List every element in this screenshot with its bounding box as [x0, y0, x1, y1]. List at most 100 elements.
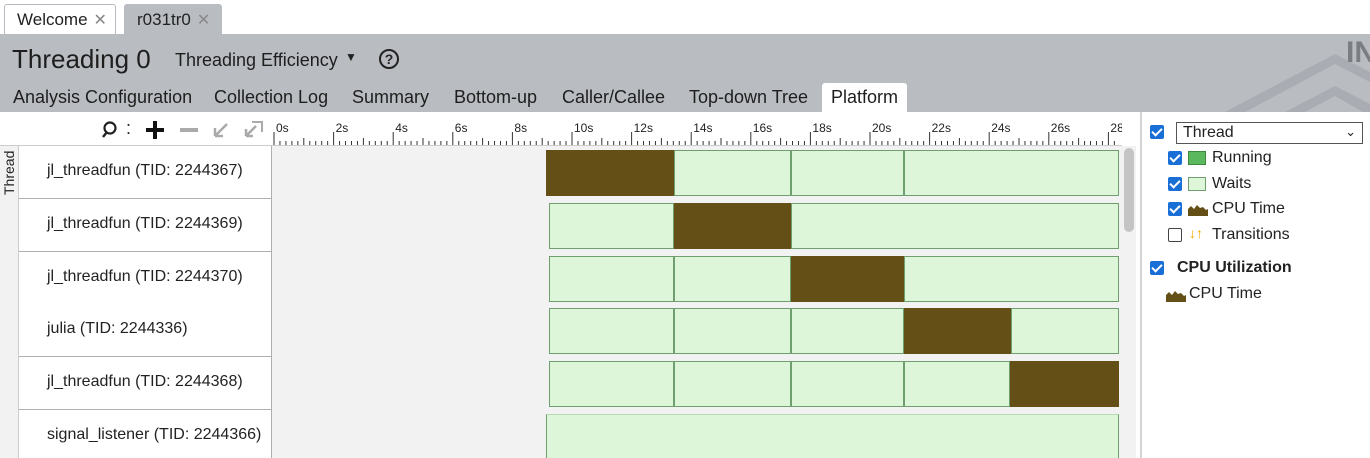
zoom-search-icon[interactable] [101, 120, 121, 140]
thread-row-label[interactable]: jl_threadfun (TID: 2244368) [19, 357, 272, 410]
cpu-time-icon [1166, 291, 1186, 302]
tab-top-down-tree[interactable]: Top-down Tree [689, 83, 808, 112]
cpu-time-block [904, 308, 1011, 354]
wait-segment [904, 150, 1119, 196]
result-header: Threading 0 Threading Efficiency ▼ ? INT… [0, 34, 1370, 112]
tab-caller-callee[interactable]: Caller/Callee [562, 83, 665, 112]
tab-analysis-configuration[interactable]: Analysis Configuration [13, 83, 192, 112]
thread-track[interactable] [272, 199, 1122, 252]
thread-axis-label: Thread [1, 150, 17, 195]
tick-label: 18s [812, 121, 831, 135]
wait-segment [549, 256, 674, 302]
cpu-time-block [546, 150, 674, 196]
wait-segment [1011, 308, 1119, 354]
help-icon[interactable]: ? [379, 49, 399, 69]
wait-segment [904, 361, 1010, 407]
legend-section-cpu-utilization: CPU Utilization [1177, 259, 1292, 276]
tick-label: 6s [455, 121, 468, 135]
tick-label: 26s [1051, 121, 1070, 135]
wait-segment [904, 256, 1119, 302]
wait-segment [549, 361, 674, 407]
wait-segment [791, 203, 1119, 249]
more-icon[interactable]: : [126, 118, 131, 138]
tick-label: 28s [1110, 121, 1122, 135]
vertical-scrollbar[interactable] [1122, 146, 1136, 458]
thread-row-label[interactable]: signal_listener (TID: 2244366) [19, 410, 272, 458]
tick-label: 14s [693, 121, 712, 135]
wait-segment [791, 150, 904, 196]
cpu-time-block [1010, 361, 1119, 407]
wait-segment [549, 203, 674, 249]
doc-tab-welcome[interactable]: Welcome ✕ [4, 4, 116, 34]
tick-label: 8s [514, 121, 527, 135]
tick-label: 2s [336, 121, 349, 135]
document-tab-bar: Welcome ✕ r031tr0 ✕ [0, 0, 1370, 34]
legend-label-cpu-time: CPU Time [1212, 200, 1285, 217]
tick-label: 22s [932, 121, 951, 135]
running-swatch [1188, 151, 1206, 165]
reset-zoom-icon[interactable] [243, 119, 265, 139]
thread-row-label[interactable]: jl_threadfun (TID: 2244370) [19, 252, 272, 305]
wait-segment [674, 308, 791, 354]
doc-tab-result[interactable]: r031tr0 ✕ [124, 4, 222, 34]
page-title: Threading 0 [12, 44, 151, 74]
timeline-area[interactable] [272, 146, 1122, 458]
legend-label-waits: Waits [1212, 175, 1252, 192]
legend-label-cpu-time-util: CPU Time [1189, 285, 1262, 302]
doc-tab-label: Welcome [17, 10, 88, 29]
tab-bottom-up[interactable]: Bottom-up [454, 83, 537, 112]
cpu-time-block [791, 256, 904, 302]
thread-track[interactable] [272, 252, 1122, 305]
time-ruler-ticks: 0s 2s 4s 6s 8s 10s 12s 14s 16s 18s 20s 22s 24s 26s 28s [273, 121, 1122, 145]
thread-track[interactable] [272, 304, 1122, 357]
tab-collection-log[interactable]: Collection Log [214, 83, 328, 112]
legend-label-transitions: Transitions [1212, 226, 1290, 243]
close-icon[interactable]: ✕ [197, 12, 210, 29]
legend-label-running: Running [1212, 149, 1272, 166]
waits-swatch [1188, 177, 1206, 191]
time-ruler[interactable]: 0s 2s 4s 6s 8s 10s 12s 14s 16s 18s 20s 22s 24s 26s 28s [272, 112, 1122, 146]
cpu-time-block [674, 203, 791, 249]
tick-label: 24s [991, 121, 1010, 135]
group-by-select[interactable]: Thread ⌄ [1176, 122, 1363, 144]
thread-row-label[interactable]: jl_threadfun (TID: 2244369) [19, 199, 272, 252]
group-by-value: Thread [1183, 124, 1234, 141]
doc-tab-label: r031tr0 [137, 10, 191, 29]
cpu-time-icon [1188, 205, 1208, 216]
group-checkbox[interactable] [1150, 125, 1164, 139]
wait-segment [549, 308, 674, 354]
thread-track[interactable] [272, 357, 1122, 410]
close-icon[interactable]: ✕ [94, 12, 107, 29]
chevron-down-icon[interactable]: ▼ [345, 50, 357, 64]
thread-row-label[interactable]: julia (TID: 2244336) [19, 304, 272, 357]
tick-label: 12s [634, 121, 653, 135]
legend-panel: Thread ⌄ Running Waits CPU Time ↓↑ Trans… [1142, 112, 1370, 458]
zoom-out-icon[interactable] [179, 120, 199, 140]
cpu-utilization-checkbox[interactable] [1150, 261, 1164, 275]
transitions-checkbox[interactable] [1168, 228, 1182, 242]
running-checkbox[interactable] [1168, 151, 1182, 165]
wait-segment [674, 361, 791, 407]
chevron-down-icon: ⌄ [1345, 124, 1356, 139]
tick-label: 16s [753, 121, 772, 135]
wait-segment [674, 150, 791, 196]
thread-row-label[interactable]: jl_threadfun (TID: 2244367) [19, 146, 272, 199]
zoom-in-icon[interactable] [145, 120, 165, 140]
tick-label: 0s [276, 121, 289, 135]
waits-checkbox[interactable] [1168, 177, 1182, 191]
tick-label: 20s [872, 121, 891, 135]
tab-platform[interactable]: Platform [822, 83, 908, 112]
undo-zoom-icon[interactable] [212, 119, 232, 139]
thread-track[interactable] [272, 146, 1122, 199]
analysis-type-dropdown[interactable]: Threading Efficiency [175, 50, 338, 71]
wait-segment [674, 256, 791, 302]
cpu-time-checkbox[interactable] [1168, 202, 1182, 216]
transitions-icon: ↓↑ [1189, 225, 1203, 241]
thread-track[interactable] [272, 410, 1122, 458]
wait-segment [791, 361, 904, 407]
wait-segment [791, 308, 904, 354]
scrollbar-thumb[interactable] [1124, 148, 1134, 232]
tick-label: 4s [395, 121, 408, 135]
tab-summary[interactable]: Summary [352, 83, 429, 112]
tick-label: 10s [574, 121, 593, 135]
